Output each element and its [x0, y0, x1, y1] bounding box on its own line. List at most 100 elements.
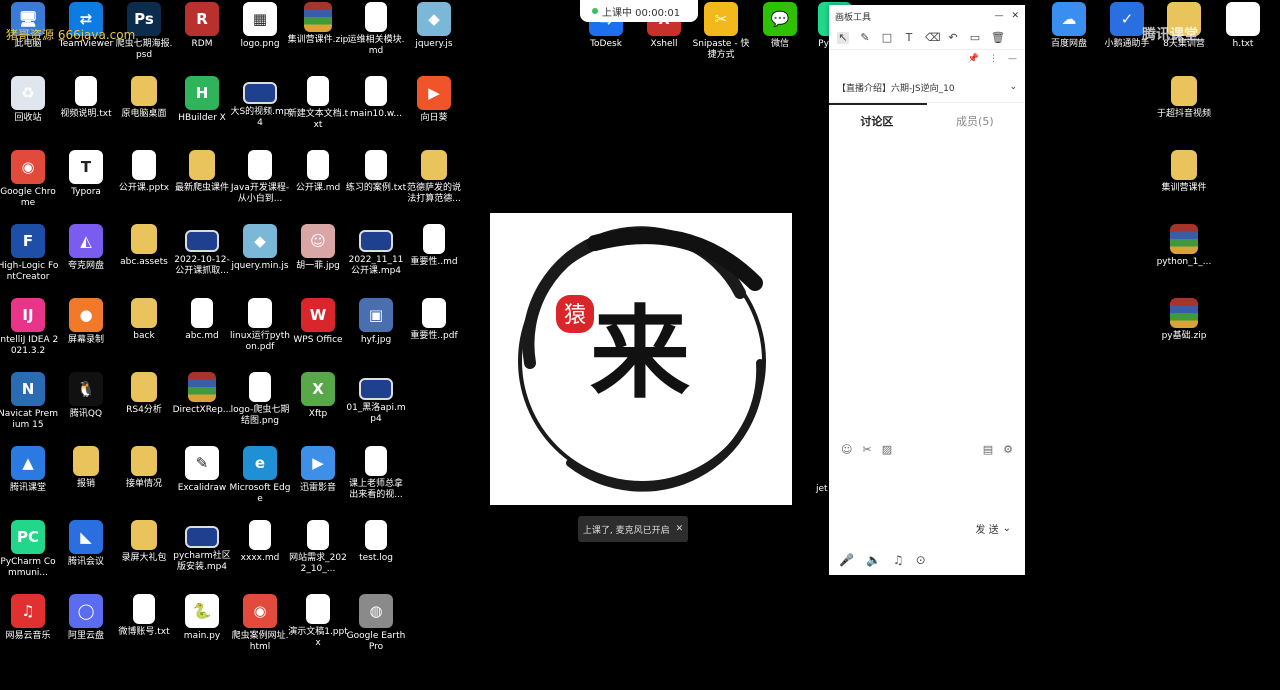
settings-icon[interactable]: ⚙: [1003, 443, 1013, 456]
desktop-icon[interactable]: 课上老师总拿出来看的视...: [347, 444, 405, 516]
desktop-icon[interactable]: ▲ 腾讯课堂: [0, 444, 57, 516]
comment-icon[interactable]: ▤: [983, 443, 993, 456]
speaker-icon[interactable]: 🔈: [866, 553, 881, 567]
more-icon[interactable]: ⋮: [989, 54, 998, 64]
desktop-icon[interactable]: abc.assets: [115, 222, 173, 294]
screen-icon[interactable]: ▭: [969, 32, 981, 44]
desktop-icon[interactable]: ▶ 迅雷影音: [289, 444, 347, 516]
emoji-icon[interactable]: ☺: [841, 443, 852, 456]
desktop-icon[interactable]: logo-爬虫七期结图.png: [231, 370, 289, 442]
desktop-icon[interactable]: ◉ Google Chrome: [0, 148, 57, 220]
desktop-icon[interactable]: 接单情况: [115, 444, 173, 516]
text-tool-icon[interactable]: T: [903, 32, 915, 44]
desktop-icon[interactable]: 视频说明.txt: [57, 74, 115, 146]
send-options-chevron-icon[interactable]: ⌄: [1003, 523, 1011, 534]
send-button[interactable]: 发 送 ⌄: [975, 521, 1011, 536]
desktop-icon[interactable]: main10.w...: [347, 74, 405, 146]
desktop-icon[interactable]: xxxx.md: [231, 518, 289, 590]
toast-close-icon[interactable]: ✕: [676, 524, 684, 534]
desktop-icon[interactable]: ☁ 百度网盘: [1040, 0, 1098, 72]
rectangle-tool-icon[interactable]: □: [881, 32, 893, 44]
desktop-icon[interactable]: ● 屏幕录制: [57, 296, 115, 368]
desktop-icon[interactable]: Plinux运行python.pdf: [230, 296, 290, 368]
desktop-icon[interactable]: pycharm社区版安装.mp4: [173, 518, 231, 590]
desktop-icon[interactable]: 集训营课件.zip: [288, 0, 348, 72]
pen-tool-icon[interactable]: ✎: [859, 32, 871, 44]
image-icon[interactable]: ▨: [882, 443, 892, 456]
desktop-icon[interactable]: 集训营课件: [1155, 148, 1213, 220]
desktop-icon[interactable]: 新建文本文档.txt: [288, 74, 348, 146]
desktop-icon[interactable]: IJ IntelliJ IDEA 2021.3.2: [0, 296, 58, 368]
desktop-icon[interactable]: 大S的视频.mp4: [230, 74, 290, 146]
desktop-icon[interactable]: 范德萨发的说法打算范德...: [405, 148, 463, 220]
desktop-icon[interactable]: X Xftp: [289, 370, 347, 442]
desktop-icon[interactable]: PC PyCharm Communi...: [0, 518, 57, 590]
desktop-icon[interactable]: R RDM: [173, 0, 231, 72]
desktop-icon[interactable]: P 演示文稿1.pptx: [288, 592, 348, 664]
desktop-icon[interactable]: T Typora: [57, 148, 115, 220]
undo-icon[interactable]: ↶: [947, 32, 959, 44]
desktop-icon[interactable]: RS4分析: [115, 370, 173, 442]
desktop-icon[interactable]: 练习的案例.txt: [346, 148, 406, 220]
desktop-icon[interactable]: ☺ 胡一菲.jpg: [289, 222, 347, 294]
tab-members[interactable]: 成员(5): [956, 113, 994, 129]
desktop-icon[interactable]: ▣ hyf.jpg: [347, 296, 405, 368]
pin-icon[interactable]: 📌: [968, 54, 979, 64]
collapse-icon[interactable]: —: [1008, 54, 1017, 64]
course-title-row[interactable]: 【直播介绍】六期-JS逆向_10 ⌄: [829, 72, 1025, 103]
desktop-icon[interactable]: DirectXRep...: [173, 370, 231, 442]
desktop-icon[interactable]: 报销: [57, 444, 115, 516]
desktop-icon[interactable]: ◉ 爬虫案例网址.html: [231, 592, 289, 664]
desktop-icon[interactable]: F High-Logic FontCreator: [0, 222, 58, 294]
desktop-icon[interactable]: 2022_11_11公开课.mp4: [347, 222, 405, 294]
desktop-icon[interactable]: 网站需求_2022_10_...: [289, 518, 347, 590]
desktop-icon[interactable]: 运维相关模块.md: [347, 0, 405, 72]
desktop-icon[interactable]: ◆ jquery.min.js: [231, 222, 289, 294]
desktop-icon[interactable]: ▦ logo.png: [231, 0, 289, 72]
desktop-icon[interactable]: e Microsoft Edge: [230, 444, 290, 516]
desktop-icon[interactable]: 微博账号.txt: [115, 592, 173, 664]
desktop-icon[interactable]: P 公开课.pptx: [115, 148, 173, 220]
desktop-icon[interactable]: 最新爬虫课件: [173, 148, 231, 220]
trash-icon[interactable]: 🗑: [991, 32, 1005, 44]
chevron-down-icon[interactable]: ⌄: [1009, 82, 1017, 92]
desktop-icon[interactable]: back: [115, 296, 173, 368]
desktop-icon[interactable]: test.log: [347, 518, 405, 590]
desktop-icon[interactable]: h.txt: [1214, 0, 1272, 72]
desktop-icon[interactable]: N Navicat Premium 15: [0, 370, 58, 442]
desktop-icon[interactable]: py基础.zip: [1155, 296, 1213, 368]
desktop-icon[interactable]: ◆ jquery.js: [405, 0, 463, 72]
desktop-icon[interactable]: ✎ Excalidraw: [173, 444, 231, 516]
desktop-icon[interactable]: 原电脑桌面: [115, 74, 173, 146]
desktop-icon[interactable]: 于超抖音视频: [1155, 74, 1213, 146]
live-status-badge[interactable]: 上课中 00:00:01: [580, 0, 698, 22]
desktop-icon[interactable]: 🐍 main.py: [173, 592, 231, 664]
desktop-icon[interactable]: 01_黑洛api.mp4: [346, 370, 406, 442]
desktop-icon[interactable]: 公开课.md: [289, 148, 347, 220]
close-icon[interactable]: ✕: [1011, 11, 1019, 21]
desktop-icon[interactable]: ✂ Snipaste - 快捷方式: [692, 0, 750, 72]
desktop-icon[interactable]: ▶ 向日葵: [405, 74, 463, 146]
desktop-icon[interactable]: python_1_...: [1155, 222, 1213, 294]
microphone-icon[interactable]: 🎤: [839, 553, 854, 567]
desktop-icon[interactable]: 录屏大礼包: [115, 518, 173, 590]
desktop-icon[interactable]: P 重要性..pdf: [405, 296, 463, 368]
desktop-icon[interactable]: ♻ 回收站: [0, 74, 57, 146]
eraser-tool-icon[interactable]: ⌫: [925, 32, 941, 44]
location-icon[interactable]: ⊙: [916, 553, 926, 567]
tab-discussion[interactable]: 讨论区: [860, 113, 893, 129]
desktop-icon[interactable]: 💬 微信: [751, 0, 809, 72]
desktop-icon[interactable]: ♫ 网易云音乐: [0, 592, 57, 664]
desktop-icon[interactable]: ◣ 腾讯会议: [57, 518, 115, 590]
desktop-icon[interactable]: H HBuilder X: [173, 74, 231, 146]
minimize-icon[interactable]: —: [994, 11, 1003, 21]
desktop-icon[interactable]: W WPS Office: [289, 296, 347, 368]
desktop-icon[interactable]: abc.md: [173, 296, 231, 368]
desktop-icon[interactable]: P Java开发课程-从小白到...: [231, 148, 289, 220]
pointer-tool-icon[interactable]: ↖: [837, 32, 849, 44]
desktop-icon[interactable]: 2022-10-12-公开课抓取...: [173, 222, 231, 294]
desktop-icon[interactable]: 重要性..md: [405, 222, 463, 294]
desktop-icon[interactable]: ◍ Google Earth Pro: [347, 592, 405, 664]
desktop-icon[interactable]: ◯ 阿里云盘: [57, 592, 115, 664]
scissors-icon[interactable]: ✂: [862, 443, 871, 456]
